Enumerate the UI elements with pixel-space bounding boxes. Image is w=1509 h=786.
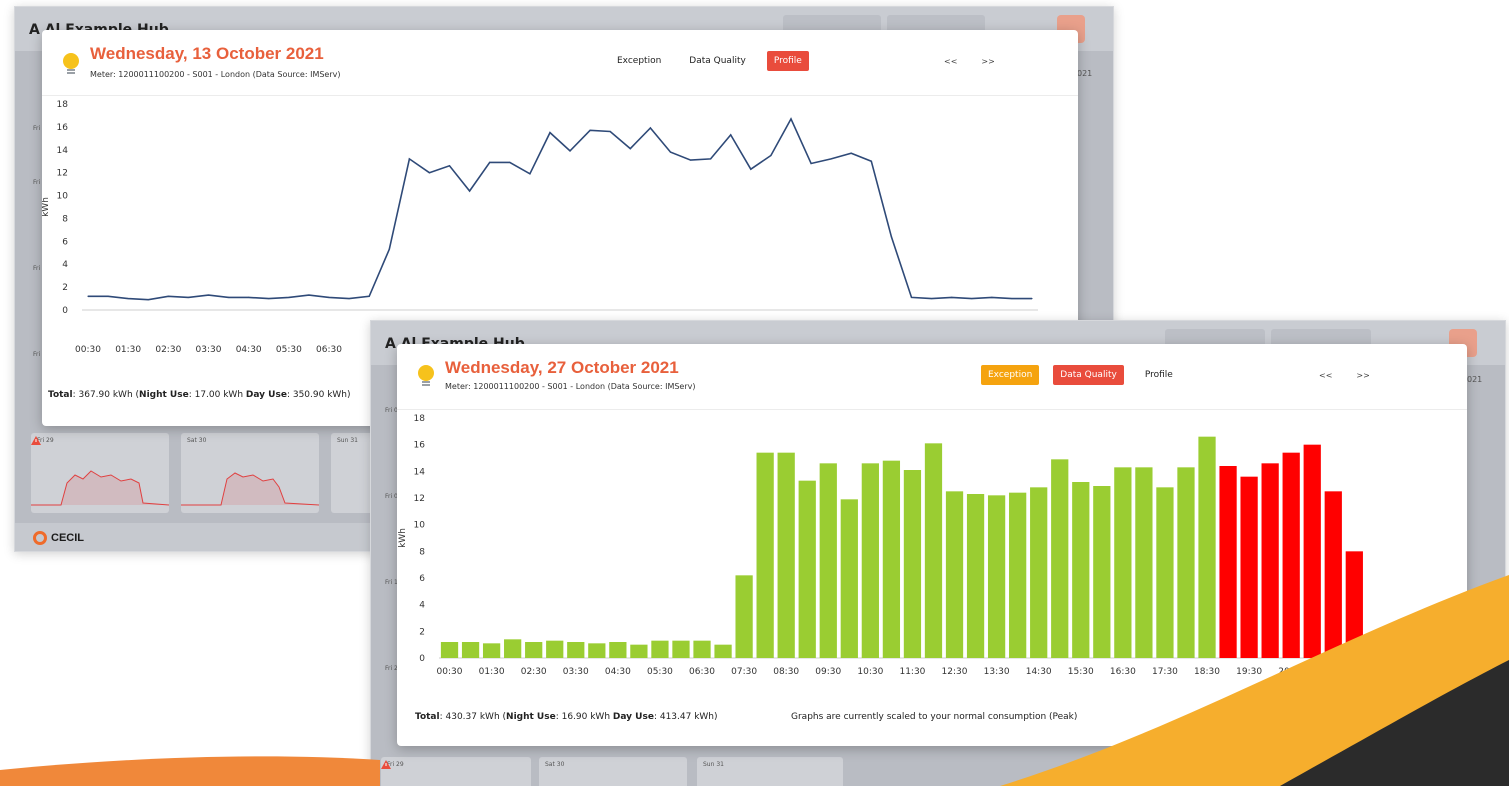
screen: A Al Example Hub 021 Fri 0 Fri 0 Fri 1 F… xyxy=(0,0,1509,786)
decorative-swoosh xyxy=(0,575,1509,786)
